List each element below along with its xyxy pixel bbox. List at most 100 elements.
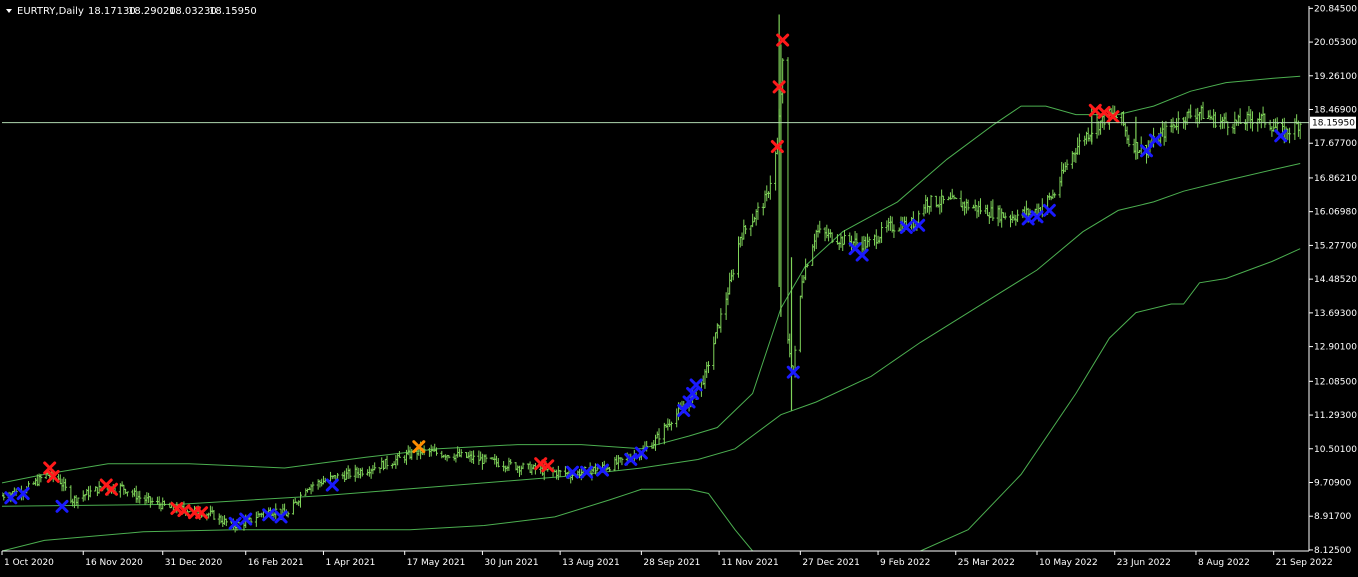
price-bar <box>812 233 816 252</box>
price-bar <box>712 336 716 370</box>
price-bar <box>1256 118 1260 132</box>
price-bar <box>737 236 741 278</box>
price-bar <box>155 496 159 505</box>
price-bar <box>318 479 322 488</box>
price-bar <box>2 492 6 501</box>
x-tick-label: 21 Sep 2022 <box>1276 558 1333 568</box>
price-bar <box>224 518 228 527</box>
price-bar <box>95 486 99 497</box>
price-bar <box>311 481 315 492</box>
price-bar <box>987 211 991 224</box>
price-bar <box>367 466 371 477</box>
price-bar <box>212 509 216 520</box>
price-bar <box>298 491 302 508</box>
price-bar <box>1136 141 1140 160</box>
price-bar <box>1083 135 1087 146</box>
price-bar <box>1000 208 1004 228</box>
price-bar <box>217 513 221 525</box>
price-bar <box>963 201 967 216</box>
y-tick-label: 20.84500 <box>1314 4 1357 14</box>
price-bar <box>830 232 834 244</box>
price-bar <box>1012 214 1016 221</box>
price-bar <box>841 236 845 251</box>
x-tick-label: 17 May 2021 <box>407 558 466 568</box>
price-bar <box>823 227 827 242</box>
price-bar <box>528 461 532 473</box>
price-bar <box>509 459 513 465</box>
price-bar <box>978 198 982 215</box>
price-bar <box>162 500 166 506</box>
y-tick-label: 20.05300 <box>1314 38 1357 48</box>
price-bar <box>223 515 227 525</box>
price-bar <box>161 497 165 510</box>
price-bar <box>394 455 398 469</box>
x-tick-label: 30 Jun 2021 <box>484 558 538 568</box>
price-bar <box>657 428 661 445</box>
price-bar <box>157 496 161 510</box>
price-bar <box>221 515 225 527</box>
price-bar <box>705 361 709 378</box>
x-tick-label: 10 May 2022 <box>1039 558 1098 568</box>
price-bar <box>959 190 963 208</box>
price-bar <box>1197 111 1201 124</box>
price-bar <box>159 502 163 512</box>
price-bar <box>307 487 311 491</box>
current-price-badge: 18.15950 <box>1310 116 1356 129</box>
price-bar <box>131 489 135 498</box>
price-bar <box>887 217 891 231</box>
price-bar <box>397 451 401 458</box>
price-bar <box>1226 121 1230 136</box>
price-bar <box>380 457 384 469</box>
price-bar <box>1086 127 1090 142</box>
x-tick-label: 9 Feb 2022 <box>880 558 930 568</box>
price-bar <box>714 332 718 345</box>
price-bar <box>519 465 523 476</box>
price-bar <box>952 194 956 200</box>
price-bar <box>774 151 778 191</box>
price-bar <box>1268 119 1272 131</box>
price-bar <box>938 196 942 215</box>
price-bar <box>950 188 954 200</box>
price-bar <box>616 455 620 470</box>
price-bar <box>724 292 728 320</box>
price-bar <box>503 465 507 473</box>
y-tick-label: 11.29300 <box>1314 411 1357 421</box>
y-tick-label: 16.06980 <box>1314 208 1357 218</box>
price-bar <box>132 487 136 497</box>
lower-band-line-2 <box>920 248 1301 551</box>
price-bar <box>731 269 735 281</box>
price-bar <box>767 191 771 198</box>
price-bar <box>761 203 765 216</box>
price-bar <box>34 477 38 486</box>
price-bar <box>373 462 377 471</box>
price-bar <box>752 216 756 223</box>
price-bar <box>1258 112 1262 124</box>
y-tick-label: 15.27700 <box>1314 241 1357 251</box>
price-bar <box>888 215 892 231</box>
price-bar <box>120 481 124 487</box>
price-bar <box>336 472 340 480</box>
price-bar <box>1074 147 1078 163</box>
collapse-triangle-icon[interactable] <box>6 9 12 13</box>
price-bar <box>1076 137 1080 155</box>
price-bar <box>97 481 101 494</box>
price-bar <box>929 194 933 212</box>
price-bar <box>954 197 958 200</box>
price-bar <box>989 200 993 218</box>
price-bar <box>64 478 68 491</box>
price-bar <box>454 454 458 463</box>
price-bar <box>742 219 746 240</box>
price-bar <box>706 361 710 374</box>
price-bar <box>892 224 896 238</box>
price-bar <box>254 511 258 527</box>
y-tick-label: 19.26100 <box>1314 72 1357 82</box>
price-bar <box>1238 108 1242 124</box>
price-bar <box>219 514 223 524</box>
price-bar <box>800 275 804 299</box>
price-bar <box>1077 133 1081 155</box>
price-chart[interactable]: 20.84500 20.05300 19.26100 18.46900 17.67700… <box>0 0 1358 573</box>
price-bar <box>768 175 772 200</box>
price-bar <box>1123 122 1127 137</box>
price-bar <box>827 228 831 242</box>
x-tick-label: 28 Sep 2021 <box>643 558 700 568</box>
